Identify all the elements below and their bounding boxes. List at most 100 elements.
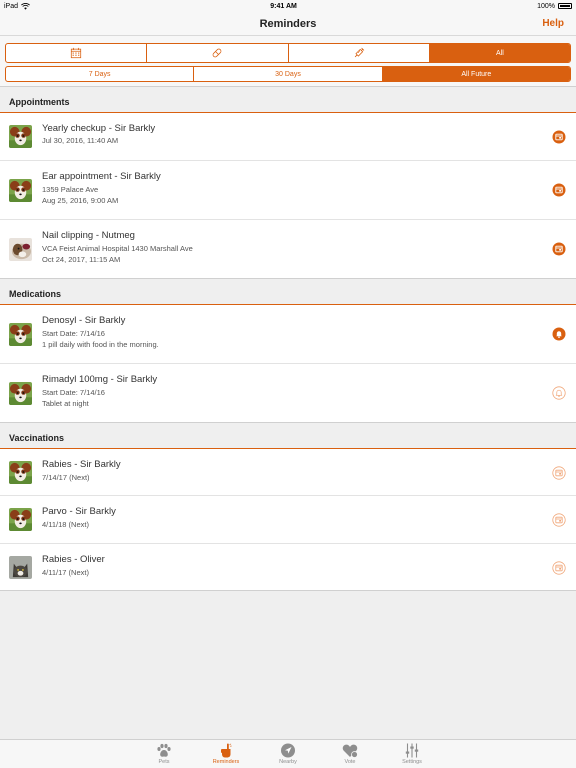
calendar-outline-icon [552,513,566,527]
range-7-days[interactable]: 7 Days [6,67,195,81]
medication-alert-toggle[interactable] [552,386,566,400]
filter-medications[interactable] [147,44,289,62]
location-arrow-icon [281,743,295,758]
reminder-detail: Jul 30, 2016, 11:40 AM [42,136,119,145]
filters: All 7 Days 30 Days All Future [0,36,576,87]
vaccination-action[interactable] [552,513,566,527]
tab-label: Nearby [279,759,297,765]
calendar-filled-icon [552,130,566,144]
reminder-title: Yearly checkup - Sir Barkly [42,123,156,134]
list-item[interactable]: Rabies - Sir Barkly 7/14/17 (Next) [0,449,576,496]
battery-percent: 100% [537,2,555,10]
reminder-detail: Tablet at night [42,399,89,408]
papillon-avatar-icon [9,382,32,405]
reminder-detail: Start Date: 7/14/16 [42,388,105,397]
reminder-detail: 7/14/17 (Next) [42,473,90,482]
list-item[interactable]: Yearly checkup - Sir Barkly Jul 30, 2016… [0,113,576,161]
vaccination-action[interactable] [552,561,566,575]
row-text: Rabies - Oliver 4/11/17 (Next) [42,554,105,590]
row-text: Nail clipping - Nutmeg VCA Feist Animal … [42,230,193,278]
reminder-detail: Start Date: 7/14/16 [42,329,105,338]
type-filter: All [5,43,571,63]
tab-settings[interactable]: Settings [381,740,443,768]
filter-appointments[interactable] [6,44,148,62]
reminder-detail: Oct 24, 2017, 11:15 AM [42,255,121,264]
vaccination-action[interactable] [552,466,566,480]
pill-icon [213,48,222,58]
list-item[interactable]: Denosyl - Sir Barkly Start Date: 7/14/16… [0,305,576,364]
reminder-title: Ear appointment - Sir Barkly [42,171,161,182]
tab-vote[interactable]: Vote [319,740,381,768]
calendar-filled-icon [552,242,566,256]
reminder-detail: 4/11/17 (Next) [42,568,89,577]
nav-bar: Reminders Help [0,12,576,36]
reminder-title: Rabies - Sir Barkly [42,459,121,470]
papillon-avatar-icon [9,323,32,346]
reminder-hand-icon [221,743,232,758]
row-text: Parvo - Sir Barkly 4/11/18 (Next) [42,506,116,543]
status-time: 9:41 AM [270,2,297,10]
avatar [9,508,32,531]
appointment-action[interactable] [552,183,566,197]
bell-outline-icon [552,386,566,400]
reminder-detail: Aug 25, 2016, 9:00 AM [42,196,119,205]
tab-pets[interactable]: Pets [133,740,195,768]
reminder-detail: VCA Feist Animal Hospital 1430 Marshall … [42,244,193,253]
tab-label: Vote [344,759,356,765]
paw-icon [157,743,171,757]
page-title: Reminders [259,17,317,30]
sliders-icon [405,743,419,758]
tab-label: Settings [402,759,422,765]
section-vaccinations-header: Vaccinations [0,423,576,449]
papillon-avatar-icon [9,125,32,148]
appointment-action[interactable] [552,130,566,144]
medications-list: Denosyl - Sir Barkly Start Date: 7/14/16… [0,305,576,423]
row-text: Rimadyl 100mg - Sir Barkly Start Date: 7… [42,374,157,422]
reminder-title: Rimadyl 100mg - Sir Barkly [42,374,158,385]
filter-vaccinations[interactable] [289,44,430,62]
avatar [9,179,32,202]
section-appointments-header: Appointments [0,87,576,113]
appointments-list: Yearly checkup - Sir Barkly Jul 30, 2016… [0,113,576,279]
reminder-detail: 1 pill daily with food in the morning. [42,340,159,349]
medication-alert-toggle[interactable] [552,327,566,341]
filter-all[interactable]: All [429,44,570,62]
list-item[interactable]: Parvo - Sir Barkly 4/11/18 (Next) [0,496,576,544]
reminder-title: Nail clipping - Nutmeg [42,230,135,241]
calendar-outline-icon [552,561,566,575]
papillon-avatar-icon [9,508,32,531]
calendar-filled-icon [552,183,566,197]
papillon-avatar-icon [9,179,32,202]
help-button[interactable]: Help [542,18,564,29]
row-text: Ear appointment - Sir Barkly 1359 Palace… [42,171,161,219]
tab-nearby[interactable]: Nearby [257,740,319,768]
wifi-icon [21,2,30,10]
reminder-title: Denosyl - Sir Barkly [42,315,126,326]
section-medications-header: Medications [0,279,576,305]
list-item[interactable]: Rimadyl 100mg - Sir Barkly Start Date: 7… [0,364,576,423]
status-right: 100% [537,3,572,10]
list-item[interactable]: Nail clipping - Nutmeg VCA Feist Animal … [0,220,576,279]
tab-label: Pets [158,759,170,765]
guinea-pig-avatar-icon [9,238,32,261]
battery-icon [557,3,572,9]
avatar [9,461,32,484]
range-30-days[interactable]: 30 Days [194,67,383,81]
range-all-future[interactable]: All Future [382,67,570,81]
heart-icon [342,744,358,758]
list-item[interactable]: Ear appointment - Sir Barkly 1359 Palace… [0,161,576,220]
bell-filled-icon [552,327,566,341]
avatar [9,556,32,579]
avatar [9,238,32,261]
reminder-title: Rabies - Oliver [42,554,105,565]
papillon-avatar-icon [9,461,32,484]
row-text: Yearly checkup - Sir Barkly Jul 30, 2016… [42,123,155,160]
appointment-action[interactable] [552,242,566,256]
tab-reminders[interactable]: Reminders [195,740,257,768]
status-bar: iPad 9:41 AM 100% [0,0,576,12]
status-left: iPad [4,3,30,10]
syringe-icon [354,47,364,58]
calendar-outline-icon [552,466,566,480]
list-item[interactable]: Rabies - Oliver 4/11/17 (Next) [0,544,576,591]
reminder-detail: 4/11/18 (Next) [42,520,89,529]
